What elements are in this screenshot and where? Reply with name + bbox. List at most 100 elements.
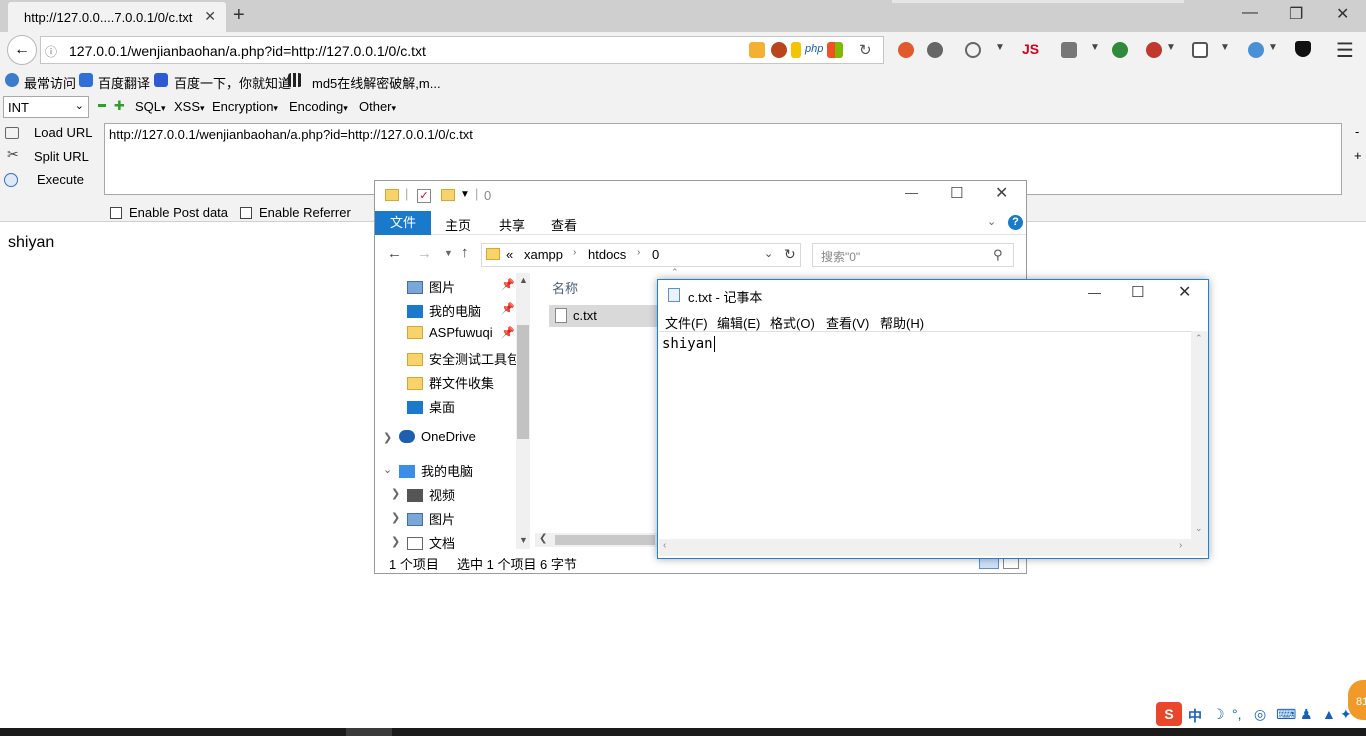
notepad-text-area[interactable]: shiyan [659, 331, 1191, 539]
checkbox-box[interactable] [110, 207, 122, 219]
column-header-name[interactable]: 名称 [552, 278, 578, 297]
palette-icon[interactable] [965, 42, 981, 58]
microphone-icon[interactable]: ◎ [1254, 706, 1266, 723]
nav-scrollbar-thumb[interactable] [517, 325, 529, 439]
nav-my-computer-quick[interactable]: 我的电脑 [407, 301, 481, 320]
menu-icon[interactable]: ☰ [1336, 38, 1354, 63]
nav-scrollbar[interactable]: ▲ ▼ [516, 273, 530, 549]
brush-icon[interactable] [771, 42, 787, 58]
shrink-button[interactable]: - [1355, 124, 1359, 139]
chevron-right-icon[interactable]: ❯ [391, 511, 400, 524]
breadcrumb-xampp[interactable]: xampp [524, 247, 563, 262]
pin-icon[interactable]: 📌 [501, 326, 515, 339]
explorer-address-bar[interactable]: « xampp › htdocs › 0 ⌄ ↻ [481, 243, 801, 267]
home-icon[interactable] [749, 42, 765, 58]
scroll-up-icon[interactable]: ▲ [519, 275, 528, 285]
bug-icon[interactable] [1061, 42, 1077, 58]
menu-edit[interactable]: 编辑(E) [717, 313, 760, 332]
sogou-ime-icon[interactable]: S [1156, 702, 1182, 726]
pin-icon[interactable]: 📌 [501, 302, 515, 315]
nav-group-files[interactable]: 群文件收集 [407, 373, 494, 392]
nav-pc-pictures[interactable]: 图片 [407, 509, 455, 528]
chevron-right-icon[interactable]: ❯ [391, 487, 400, 500]
keyboard-icon[interactable]: ⌨ [1276, 706, 1296, 723]
menu-xss[interactable]: XSS▾ [174, 99, 205, 114]
menu-file[interactable]: 文件(F) [665, 313, 708, 332]
reload-icon[interactable]: ↻ [859, 41, 872, 59]
address-bar[interactable]: ⓘ 127.0.0.1/wenjianbaohan/a.php?id=http:… [40, 36, 884, 64]
notepad-hscrollbar[interactable]: ‹ › [659, 539, 1191, 556]
execute-button[interactable]: Execute [37, 172, 84, 187]
bookmark-most-visited[interactable]: 最常访问 [24, 73, 76, 92]
menu-other[interactable]: Other▾ [359, 99, 396, 114]
dropdown-arrow-icon[interactable]: ▼ [1090, 42, 1100, 53]
menu-encoding[interactable]: Encoding▾ [289, 99, 348, 114]
nav-security-tools[interactable]: 安全测试工具包 [407, 349, 520, 368]
explorer-search-input[interactable]: 搜索"0" ⚲ [812, 243, 1014, 267]
moon-icon[interactable]: ☽ [1212, 706, 1225, 723]
shirt-icon[interactable]: ▲ [1322, 706, 1336, 722]
recent-dropdown-icon[interactable]: ▼ [444, 248, 453, 258]
bookmark-md5[interactable]: md5在线解密破解,m... [312, 73, 441, 92]
nav-documents[interactable]: 文档 [407, 533, 455, 552]
help-icon[interactable]: ? [1008, 215, 1023, 230]
search-icon[interactable]: ⚲ [993, 247, 1003, 263]
lock-icon[interactable] [791, 42, 801, 58]
nav-aspfuwuqi[interactable]: ASPfuwuqi [407, 325, 493, 340]
refresh-icon[interactable]: ↻ [784, 246, 796, 263]
properties-icon[interactable]: ✓ [417, 189, 431, 203]
maximize-button[interactable]: ☐ [1131, 283, 1144, 301]
nav-pictures[interactable]: 图片 [407, 277, 455, 296]
menu-format[interactable]: 格式(O) [770, 313, 815, 332]
dropdown-arrow-icon[interactable]: ▼ [1166, 42, 1176, 53]
dropdown-arrow-icon[interactable]: ▼ [995, 42, 1005, 53]
file-hscrollbar[interactable]: ❮ [535, 533, 659, 547]
menu-view[interactable]: 查看(V) [826, 313, 869, 332]
nav-onedrive[interactable]: OneDrive [399, 429, 476, 444]
split-url-button[interactable]: Split URL [34, 149, 89, 164]
hscroll-thumb[interactable] [555, 535, 655, 545]
enable-referrer-checkbox[interactable]: Enable Referrer [240, 205, 351, 220]
scroll-down-icon[interactable]: ▼ [519, 535, 528, 545]
checkbox-box[interactable] [240, 207, 252, 219]
load-url-button[interactable]: Load URL [34, 125, 93, 140]
shield-icon[interactable] [1295, 41, 1311, 57]
scroll-down-icon[interactable]: ⌄ [1195, 523, 1203, 534]
php-badge[interactable]: php [805, 43, 823, 55]
chevron-down-icon[interactable]: ⌄ [383, 463, 392, 476]
tab-close-icon[interactable]: ✕ [204, 8, 216, 25]
enable-post-checkbox[interactable]: Enable Post data [110, 205, 228, 220]
windows-icon[interactable] [827, 42, 843, 58]
js-icon[interactable]: JS [1022, 41, 1039, 57]
punctuation-icon[interactable]: °, [1232, 706, 1242, 722]
block-icon[interactable] [898, 42, 914, 58]
quick-access-dropdown-icon[interactable]: ▼ [460, 189, 470, 200]
minimize-button[interactable]: — [905, 185, 918, 200]
nav-videos[interactable]: 视频 [407, 485, 455, 504]
menu-help[interactable]: 帮助(H) [880, 313, 924, 332]
back-arrow-icon[interactable]: ← [387, 245, 402, 262]
chevron-right-icon[interactable]: ❯ [383, 431, 392, 444]
forward-arrow-icon[interactable]: → [417, 245, 432, 262]
menu-sql[interactable]: SQL▾ [135, 99, 166, 114]
resize-grip[interactable] [1191, 539, 1208, 556]
close-button[interactable]: ✕ [1178, 282, 1191, 302]
breadcrumb-0[interactable]: 0 [652, 247, 659, 262]
breadcrumb-htdocs[interactable]: htdocs [588, 247, 626, 262]
scroll-right-icon[interactable]: › [1179, 540, 1182, 551]
chevron-right-icon[interactable]: ❯ [391, 535, 400, 548]
tab-active[interactable]: http://127.0.0....7.0.0.1/0/c.txt ✕ [8, 2, 226, 32]
ribbon-tab-share[interactable]: 共享 [499, 215, 525, 234]
type-select[interactable]: INT ⌄ [3, 96, 89, 118]
new-folder-icon[interactable] [441, 189, 455, 201]
restore-button[interactable]: ❐ [1289, 4, 1303, 24]
extension-globe-icon[interactable] [1248, 42, 1264, 58]
bookmark-baidu-translate[interactable]: 百度翻译 [98, 73, 150, 92]
info-icon[interactable]: ⓘ [45, 43, 57, 60]
scroll-left-icon[interactable]: ❮ [539, 533, 547, 544]
expand-button[interactable]: + [1354, 148, 1362, 163]
nav-desktop[interactable]: 桌面 [407, 397, 455, 416]
plus-green-icon[interactable]: ✚ [114, 98, 125, 114]
floating-badge[interactable]: 81 [1348, 680, 1366, 720]
up-arrow-icon[interactable]: ↑ [461, 244, 469, 261]
